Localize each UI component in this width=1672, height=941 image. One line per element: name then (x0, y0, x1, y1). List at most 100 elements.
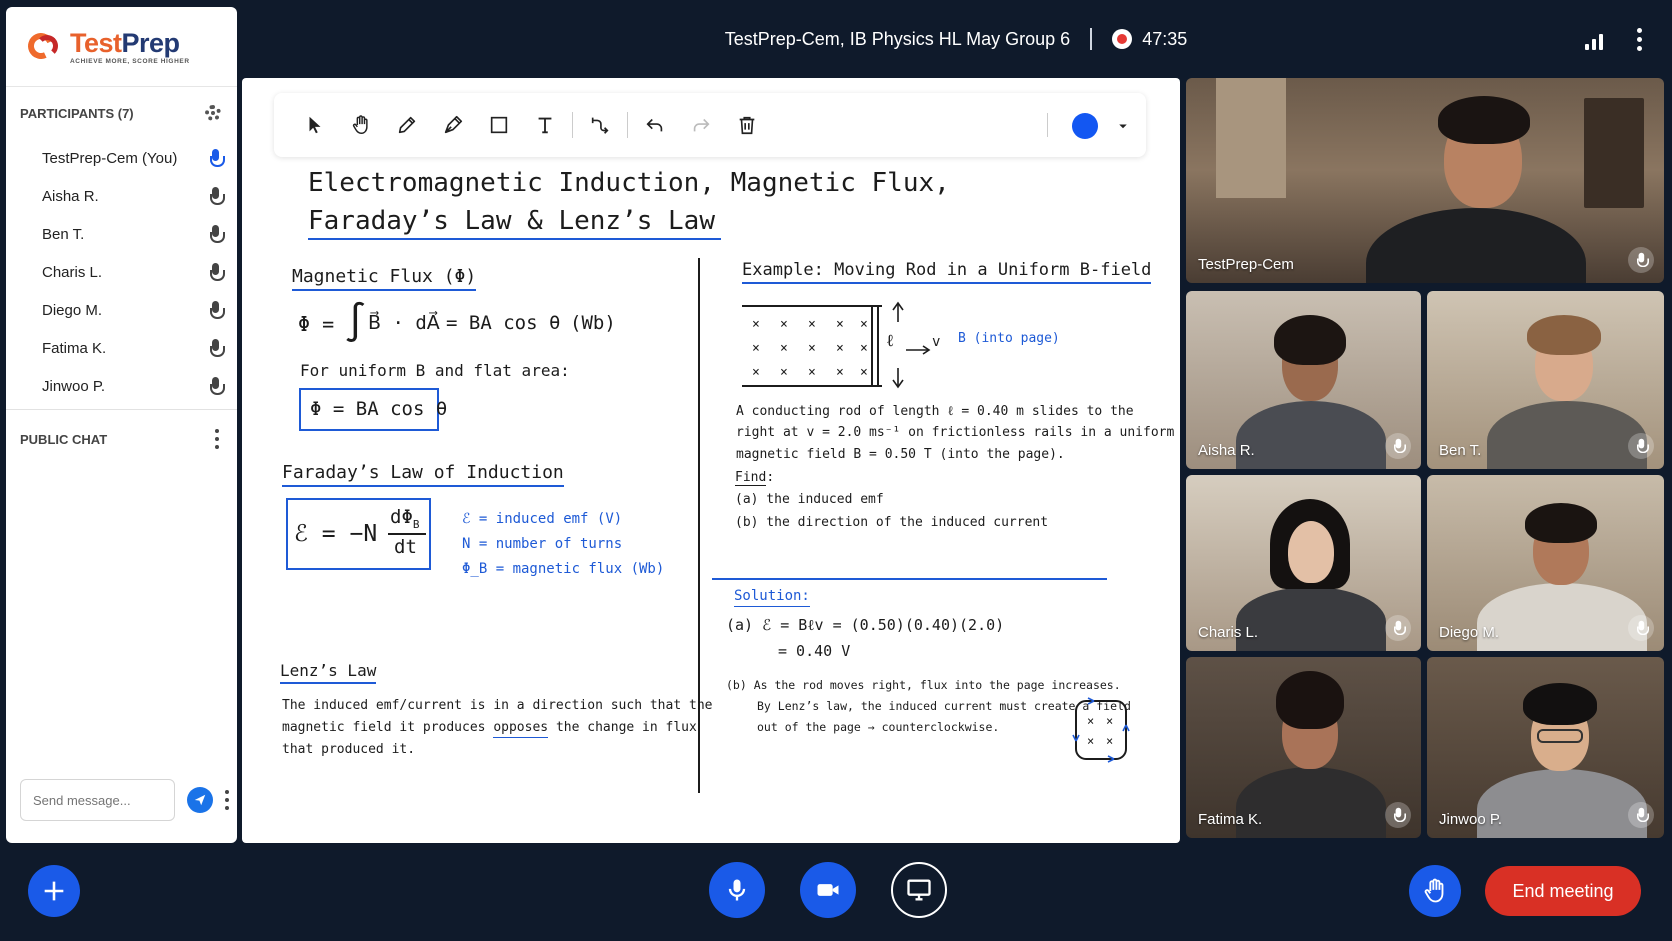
camera-toggle-button[interactable] (800, 862, 856, 918)
gear-icon[interactable] (205, 105, 221, 121)
participant-item[interactable]: Charis L. (6, 253, 237, 291)
svg-text:×: × (752, 317, 760, 332)
rectangle-icon (490, 116, 508, 134)
pen-tool[interactable] (430, 105, 476, 145)
video-name-label: Aisha R. (1198, 442, 1255, 459)
find-label-text: Find (735, 470, 767, 486)
flux-integral-sign: ∫ (344, 300, 367, 344)
rod-diagram: × × × × × × × × × × × × × × × (742, 301, 931, 389)
connection-signal-icon[interactable] (1585, 30, 1603, 50)
pen-icon (444, 115, 463, 134)
participant-name: TestPrep-Cem (You) (42, 149, 178, 167)
select-tool[interactable] (292, 105, 338, 145)
end-meeting-button[interactable]: End meeting (1485, 866, 1641, 916)
video-name-label: Diego M. (1439, 624, 1500, 641)
person-body (1236, 587, 1386, 651)
whiteboard[interactable]: Electromagnetic Induction, Magnetic Flux… (242, 78, 1180, 843)
undo-button[interactable] (632, 105, 678, 145)
participant-item[interactable]: Aisha R. (6, 177, 237, 215)
logo: TestPrep ACHIEVE MORE, SCORE HIGHER (6, 7, 237, 87)
chat-message-input[interactable] (20, 779, 175, 821)
participant-name: Ben T. (42, 225, 85, 243)
flux-heading: Magnetic Flux (Φ) (292, 266, 477, 291)
pencil-tool[interactable] (384, 105, 430, 145)
text-icon (538, 117, 552, 134)
video-tile[interactable]: Jinwoo P. (1427, 657, 1664, 838)
counterclockwise-loop-diagram: × × × × (1072, 697, 1130, 763)
microphone-icon (209, 187, 225, 205)
glasses (1537, 729, 1583, 743)
participant-name: Fatima K. (42, 339, 107, 357)
header-divider (1090, 28, 1093, 50)
participant-name: Diego M. (42, 301, 103, 319)
screen-share-button[interactable] (891, 862, 947, 918)
flux-eq-body: B⃗ · dA⃗ (368, 312, 440, 334)
chat-more-icon[interactable] (225, 790, 229, 810)
raise-hand-button[interactable] (1409, 865, 1461, 917)
hand-icon (1424, 878, 1444, 903)
lenz-heading: Lenz’s Law (280, 661, 377, 684)
video-tile[interactable]: Charis L. (1186, 475, 1421, 651)
fraction-bar (388, 533, 426, 535)
pencil-icon (398, 116, 416, 134)
microphone-icon (1636, 252, 1650, 268)
participant-item[interactable]: Jinwoo P. (6, 367, 237, 405)
solution-heading: Solution: (734, 588, 810, 607)
video-mic-button[interactable] (1628, 615, 1654, 641)
participant-name: Aisha R. (42, 187, 99, 205)
svg-text:×: × (780, 317, 788, 332)
participants-header: PARTICIPANTS (7) (6, 87, 237, 139)
participant-item[interactable]: TestPrep-Cem (You) (6, 139, 237, 177)
solution-b-line1: (b) As the rod moves right, flux into th… (726, 678, 1121, 692)
chat-options-icon[interactable] (215, 429, 219, 449)
bookshelf (1584, 98, 1644, 208)
person-body (1477, 769, 1647, 838)
more-options-icon[interactable] (1637, 28, 1642, 51)
video-mic-button[interactable] (1385, 615, 1411, 641)
svg-text:×: × (836, 341, 844, 356)
svg-text:×: × (836, 365, 844, 380)
redo-button[interactable] (678, 105, 724, 145)
participant-item[interactable]: Ben T. (6, 215, 237, 253)
video-tile[interactable]: Ben T. (1427, 291, 1664, 469)
video-mic-button[interactable] (1628, 247, 1654, 273)
person-body (1477, 583, 1647, 651)
send-message-button[interactable] (187, 787, 213, 813)
undo-icon (646, 118, 663, 132)
participant-item[interactable]: Diego M. (6, 291, 237, 329)
board-title-line2: Faraday’s Law & Lenz’s Law (308, 206, 721, 240)
color-picker-swatch[interactable] (1072, 113, 1098, 139)
problem-line2: right at v = 2.0 ms⁻¹ on frictionless ra… (736, 425, 1175, 440)
microphone-icon (1393, 620, 1407, 636)
chevron-down-icon[interactable] (1114, 117, 1132, 135)
faraday-denominator: dt (394, 536, 417, 558)
rectangle-tool[interactable] (476, 105, 522, 145)
chat-header: PUBLIC CHAT (6, 410, 237, 468)
connector-tool[interactable] (577, 105, 623, 145)
toolbar-divider (627, 112, 628, 138)
connector-icon (591, 117, 609, 134)
participant-item[interactable]: Fatima K. (6, 329, 237, 367)
video-mic-button[interactable] (1628, 433, 1654, 459)
participants-heading: PARTICIPANTS (7) (20, 105, 134, 121)
video-tile-presenter[interactable]: TestPrep-Cem (1186, 78, 1664, 283)
video-tile[interactable]: Fatima K. (1186, 657, 1421, 838)
video-mic-button[interactable] (1628, 802, 1654, 828)
flux-eq-rhs: = BA cos θ (446, 312, 561, 334)
hand-tool[interactable] (338, 105, 384, 145)
toolbar-divider (572, 112, 573, 138)
video-tile[interactable]: Diego M. (1427, 475, 1664, 651)
person-hair (1525, 503, 1597, 543)
microphone-toggle-button[interactable] (709, 862, 765, 918)
add-button[interactable] (28, 865, 80, 917)
faraday-legend-emf: ℰ = induced emf (V) (462, 511, 623, 527)
video-tile[interactable]: Aisha R. (1186, 291, 1421, 469)
video-mic-button[interactable] (1385, 802, 1411, 828)
text-tool[interactable] (522, 105, 568, 145)
video-mic-button[interactable] (1385, 433, 1411, 459)
delete-button[interactable] (724, 105, 770, 145)
microphone-icon (209, 225, 225, 243)
person-hair (1523, 683, 1597, 725)
chat-composer (20, 779, 229, 821)
rod-velocity-label: v (932, 334, 941, 350)
